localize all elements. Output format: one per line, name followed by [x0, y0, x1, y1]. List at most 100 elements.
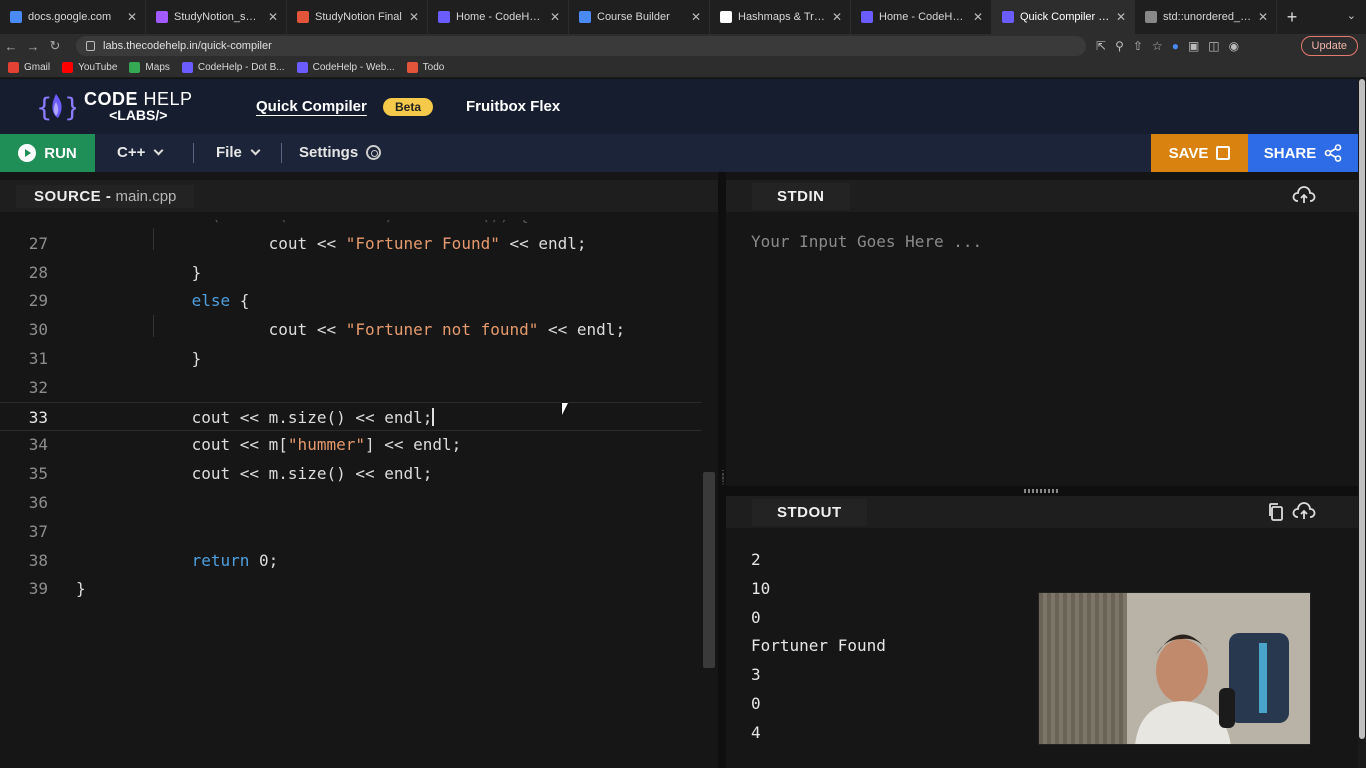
beta-badge: Beta [383, 98, 434, 116]
bookmark-item[interactable]: Todo [406, 62, 445, 73]
tab-close-icon[interactable]: ✕ [973, 10, 983, 24]
tab-favicon-icon [438, 11, 450, 23]
editor-header: SOURCE - main.cpp [0, 180, 718, 212]
code-text: else { [76, 291, 250, 311]
tab-close-icon[interactable]: ✕ [1258, 10, 1268, 24]
drag-grip-icon[interactable] [1024, 489, 1058, 493]
line-number: 32 [28, 377, 48, 397]
code-text: } [76, 263, 202, 282]
nav-fruitbox-flex[interactable]: Fruitbox Flex [466, 98, 560, 115]
line-number: 37 [28, 521, 48, 541]
svg-text:}: } [64, 93, 76, 123]
tab-close-icon[interactable]: ✕ [268, 10, 278, 24]
bookmark-item[interactable]: Gmail [8, 62, 50, 73]
tab-close-icon[interactable]: ✕ [832, 10, 842, 24]
line-number: 33 [28, 407, 48, 427]
upload-cloud-icon[interactable] [1292, 500, 1316, 524]
stdout-header: STDOUT [726, 496, 1358, 528]
save-button[interactable]: SAVE [1151, 134, 1248, 172]
window-scroll-thumb[interactable] [1359, 79, 1365, 739]
code-text: return 0; [76, 551, 279, 570]
bookmark-item[interactable]: CodeHelp - Web... [296, 62, 395, 73]
vertical-splitter[interactable]: ⋮ ⋮ ⋮ [718, 172, 727, 768]
tab-close-icon[interactable]: ✕ [409, 10, 419, 24]
back-arrow-icon[interactable]: ← [0, 39, 22, 54]
line-number: 29 [28, 291, 48, 311]
bookmark-item[interactable]: Maps [129, 62, 170, 73]
copy-icon[interactable] [1264, 500, 1288, 524]
tab-close-icon[interactable]: ✕ [691, 10, 701, 24]
line-number: 26 [0, 220, 48, 224]
upload-cloud-icon[interactable] [1292, 184, 1316, 208]
tab-title: Course Builder [597, 11, 670, 23]
stdin-header: STDIN [726, 180, 1358, 212]
tab-close-icon[interactable]: ✕ [550, 10, 560, 24]
code-token: if(m.find("fortuner") != m.end()) { [192, 220, 529, 224]
line-number: 39 [28, 579, 48, 599]
source-prefix: SOURCE - [34, 188, 112, 205]
window-scrollbar[interactable] [1358, 79, 1366, 768]
tab-search-chevron-icon[interactable]: ⌄ [1347, 9, 1356, 22]
source-file-tab[interactable]: SOURCE - main.cpp [16, 185, 195, 208]
browser-tab[interactable]: docs.google.com ✕ [0, 0, 146, 34]
browser-tab[interactable]: StudyNotion_shared – I ✕ [146, 0, 287, 34]
browser-tab[interactable]: Course Builder ✕ [569, 0, 710, 34]
indent-guide [153, 315, 154, 337]
browser-tab[interactable]: Hashmaps & Tries - ✕ [710, 0, 851, 34]
share-button[interactable]: SHARE [1248, 134, 1358, 172]
browser-tab[interactable]: std::unordered_map - c ✕ [1135, 0, 1277, 34]
browser-tab[interactable]: StudyNotion Final ✕ [287, 0, 428, 34]
url-text: labs.thecodehelp.in/quick-compiler [103, 40, 272, 52]
code-area[interactable]: 26 if(m.find("fortuner") != m.end()) {27… [0, 220, 702, 768]
share-nodes-icon [1324, 144, 1342, 162]
file-menu[interactable]: File [216, 144, 261, 161]
bookmark-label: Todo [422, 62, 445, 73]
run-button[interactable]: RUN [0, 134, 95, 172]
line-number: 38 [28, 550, 48, 570]
install-icon[interactable]: ⇱ [1096, 39, 1106, 53]
drag-grip-icon[interactable]: ⋮ ⋮ ⋮ [719, 470, 727, 508]
browser-tab[interactable]: Quick Compiler - Code ✕ [992, 0, 1135, 34]
code-token: { [230, 291, 250, 311]
bookmark-star-icon[interactable]: ☆ [1152, 39, 1163, 53]
code-text: cout << m["hummer"] << endl; [76, 435, 462, 454]
tab-title: Hashmaps & Tries - [738, 11, 826, 23]
new-tab-plus-icon[interactable]: + [1277, 0, 1307, 34]
profile-avatar-icon[interactable]: ◉ [1229, 39, 1239, 53]
stdin-input[interactable]: Your Input Goes Here ... [751, 232, 982, 251]
url-field[interactable]: labs.thecodehelp.in/quick-compiler [76, 36, 1086, 56]
code-line: 30 cout << "Fortuner not found" << endl; [0, 315, 702, 344]
nav-quick-compiler[interactable]: Quick Compiler [256, 98, 367, 115]
bookmark-label: Maps [145, 62, 170, 73]
reload-icon[interactable]: ↻ [44, 38, 66, 54]
browser-tab[interactable]: Home - CodeHelp ✕ [851, 0, 992, 34]
tab-favicon-icon [1002, 11, 1014, 23]
language-select[interactable]: C++ [117, 144, 164, 161]
browser-update-button[interactable]: Update [1300, 36, 1358, 56]
horizontal-splitter[interactable] [726, 486, 1358, 496]
sidepanel-icon[interactable]: ◫ [1208, 39, 1219, 53]
stdin-panel: STDIN Your Input Goes Here ... [726, 180, 1358, 486]
bookmark-item[interactable]: CodeHelp - Dot B... [181, 62, 285, 73]
tab-close-icon[interactable]: ✕ [127, 10, 137, 24]
codehelp-logo[interactable]: { } CODE HELP <LABS/> [36, 88, 193, 126]
code-line: 36 [0, 488, 702, 517]
code-text: } [76, 349, 202, 368]
tab-title: std::unordered_map - c [1163, 11, 1252, 23]
settings-label: Settings [299, 144, 359, 161]
code-line: 34 cout << m["hummer"] << endl; [0, 430, 702, 459]
zoom-icon[interactable]: ⚲ [1115, 39, 1124, 53]
extensions-puzzle-icon[interactable]: ▣ [1188, 39, 1199, 53]
editor-scrollbar[interactable] [703, 472, 715, 668]
extension-drop-icon[interactable]: ● [1172, 39, 1179, 53]
settings-button[interactable]: Settings [299, 144, 382, 161]
forward-arrow-icon[interactable]: → [22, 39, 44, 54]
bookmark-item[interactable]: YouTube [62, 62, 117, 73]
share-page-icon[interactable]: ⇧ [1133, 39, 1143, 53]
tab-close-icon[interactable]: ✕ [1116, 10, 1126, 24]
gear-icon [366, 145, 382, 160]
browser-tab[interactable]: Home - CodeHelp ✕ [428, 0, 569, 34]
